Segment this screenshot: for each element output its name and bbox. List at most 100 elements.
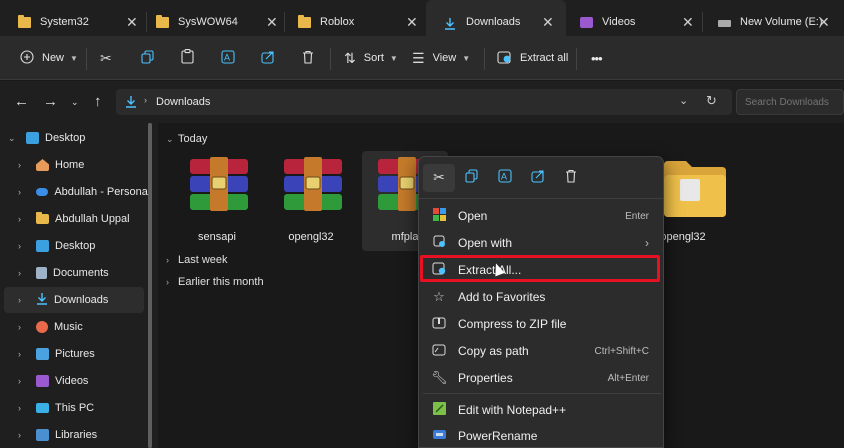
rename-button[interactable]: A: [221, 36, 236, 80]
chevron-down-icon: ▼: [462, 53, 471, 63]
sidebar-item-label: Documents: [53, 267, 109, 279]
menu-item-powerrename[interactable]: PowerRename: [423, 423, 661, 447]
copy-icon[interactable]: [465, 169, 478, 186]
menu-item-open[interactable]: Open Enter: [423, 203, 661, 229]
extract-icon: [431, 262, 447, 278]
recent-chevron-icon[interactable]: ⌄: [71, 97, 79, 108]
file-item[interactable]: opengl32: [660, 151, 750, 251]
close-icon[interactable]: ✕: [126, 14, 138, 31]
back-arrow-icon[interactable]: ←: [14, 93, 29, 110]
home-icon: [36, 159, 49, 171]
paste-button[interactable]: [181, 36, 194, 80]
sidebar-scrollbar[interactable]: [148, 123, 152, 448]
menu-item-extract-all[interactable]: Extract All...: [423, 257, 661, 283]
copy-button[interactable]: [141, 36, 154, 80]
chevron-down-icon: ⌄: [166, 134, 174, 144]
pictures-icon: [36, 348, 49, 360]
view-button[interactable]: ☰ View ▼: [412, 36, 470, 80]
extract-all-button[interactable]: Extract all: [497, 36, 568, 80]
rename-icon[interactable]: A: [498, 169, 513, 186]
cut-icon[interactable]: ✂: [423, 164, 455, 192]
chevron-down-icon: ▼: [389, 53, 398, 63]
folder-icon: [18, 14, 31, 28]
sidebar-item-home[interactable]: › Home: [4, 152, 144, 178]
sidebar-item-this-pc[interactable]: › This PC: [4, 395, 144, 421]
sidebar-item-pictures[interactable]: › Pictures: [4, 341, 144, 367]
delete-button[interactable]: [302, 36, 314, 80]
menu-item-label: Compress to ZIP file: [458, 317, 567, 331]
share-icon[interactable]: [531, 169, 545, 186]
chevron-right-icon[interactable]: ›: [18, 214, 32, 224]
more-options-button[interactable]: •••: [591, 36, 603, 80]
new-button[interactable]: New ▼: [20, 36, 78, 80]
breadcrumb-downloads[interactable]: Downloads: [156, 96, 210, 108]
star-icon: ☆: [433, 289, 445, 304]
sidebar-item-desktop[interactable]: › Desktop: [4, 233, 144, 259]
menu-item-add-to-favorites[interactable]: ☆ Add to Favorites: [423, 284, 661, 310]
wrench-icon: 🔧︎: [431, 370, 448, 385]
menu-divider: [423, 393, 661, 394]
group-header-today[interactable]: ⌄ Today: [166, 133, 207, 145]
chevron-right-icon[interactable]: ›: [18, 187, 32, 197]
sidebar-item-onedrive[interactable]: › Abdullah - Personal: [4, 179, 148, 205]
sidebar-item-libraries[interactable]: › Libraries: [4, 422, 144, 448]
sidebar-item-videos[interactable]: › Videos: [4, 368, 144, 394]
sidebar-item-abdullah-uppal[interactable]: › Abdullah Uppal: [4, 206, 144, 232]
sidebar-item-music[interactable]: › Music: [4, 314, 144, 340]
file-item[interactable]: sensapi: [174, 151, 260, 251]
libraries-icon: [36, 429, 49, 441]
cut-button[interactable]: ✂: [100, 36, 112, 80]
sidebar-item-desktop-root[interactable]: ⌄ Desktop: [4, 125, 144, 151]
menu-item-edit-notepadpp[interactable]: Edit with Notepad++: [423, 397, 661, 423]
chevron-right-icon[interactable]: ›: [18, 268, 32, 278]
menu-item-properties[interactable]: 🔧︎ Properties Alt+Enter: [423, 365, 661, 391]
share-button[interactable]: [261, 36, 275, 80]
chevron-right-icon[interactable]: ›: [18, 322, 32, 332]
chevron-right-icon[interactable]: ›: [18, 295, 32, 305]
folder-icon: [156, 14, 169, 28]
close-icon[interactable]: ✕: [266, 14, 278, 31]
scrollbar-thumb[interactable]: [148, 123, 152, 448]
chevron-right-icon[interactable]: ›: [18, 241, 32, 251]
search-box[interactable]: [736, 89, 844, 115]
chevron-right-icon[interactable]: ›: [18, 376, 32, 386]
desktop-icon: [36, 240, 49, 252]
chevron-down-icon[interactable]: ⌄: [8, 133, 22, 144]
group-header-earlier[interactable]: › Earlier this month: [166, 276, 264, 288]
file-item[interactable]: opengl32: [268, 151, 354, 251]
view-icon: ☰: [412, 49, 425, 66]
address-dropdown-icon[interactable]: ⌄: [679, 94, 688, 107]
close-icon[interactable]: ✕: [542, 14, 554, 31]
chevron-right-icon[interactable]: ›: [18, 430, 32, 440]
sidebar-item-downloads[interactable]: › Downloads: [4, 287, 144, 313]
tab-label: Downloads: [466, 16, 521, 28]
extract-icon: [497, 50, 512, 67]
toolbar-divider: [86, 48, 87, 70]
chevron-right-icon: ›: [166, 277, 169, 287]
delete-icon[interactable]: [565, 169, 577, 186]
sidebar-item-documents[interactable]: › Documents: [4, 260, 144, 286]
toolbar-divider: [484, 48, 485, 70]
tab-label: New Volume (E:): [740, 16, 823, 28]
navigation-pane: ⌄ Desktop › Home › Abdullah - Personal ›…: [0, 123, 158, 448]
up-arrow-icon[interactable]: ↑: [94, 93, 102, 110]
sort-label: Sort: [363, 52, 384, 64]
close-icon[interactable]: ✕: [818, 14, 830, 31]
chevron-right-icon[interactable]: ›: [18, 349, 32, 359]
menu-item-compress-zip[interactable]: Compress to ZIP file: [423, 311, 661, 337]
forward-arrow-icon[interactable]: →: [43, 93, 58, 110]
menu-item-copy-as-path[interactable]: Copy as path Ctrl+Shift+C: [423, 338, 661, 364]
close-icon[interactable]: ✕: [406, 14, 418, 31]
close-icon[interactable]: ✕: [682, 14, 694, 31]
group-header-last-week[interactable]: › Last week: [166, 254, 228, 266]
search-input[interactable]: [737, 90, 843, 114]
menu-item-open-with[interactable]: Open with ›: [423, 230, 661, 256]
sidebar-item-label: Desktop: [45, 132, 86, 144]
sort-button[interactable]: ⇅ Sort ▼: [344, 36, 398, 80]
refresh-icon[interactable]: ↻: [706, 93, 717, 109]
chevron-right-icon[interactable]: ›: [18, 403, 32, 413]
address-bar[interactable]: › Downloads ⌄ ↻: [116, 89, 732, 115]
chevron-right-icon[interactable]: ›: [18, 160, 32, 170]
download-icon: [444, 17, 457, 30]
trash-icon: [302, 50, 314, 67]
